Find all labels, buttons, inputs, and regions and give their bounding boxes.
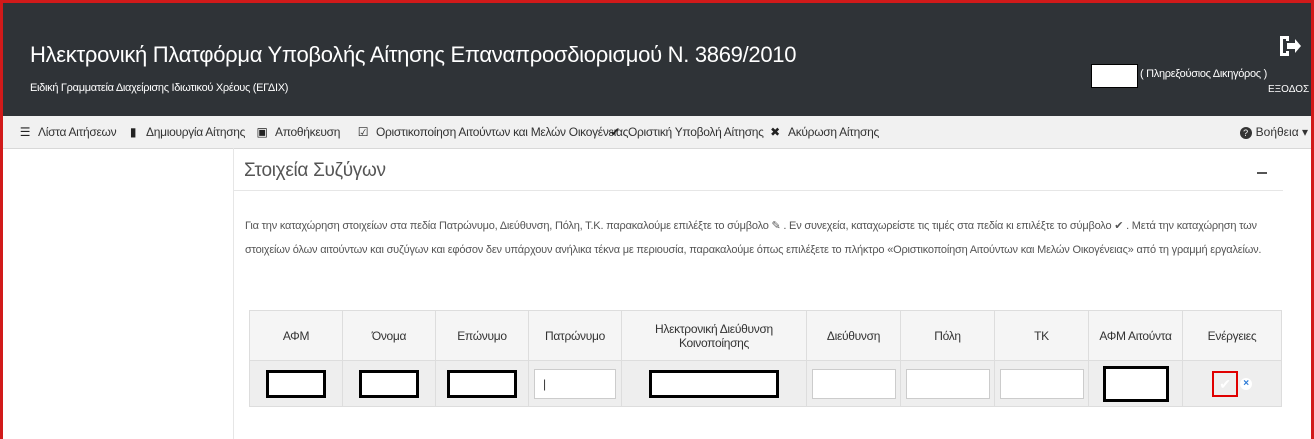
applicant-afm-field-redacted[interactable]	[1102, 365, 1169, 402]
close-icon: ✖	[770, 125, 780, 139]
column-header: Ενέργειες	[1182, 310, 1282, 361]
column-header: Πατρώνυμο	[528, 310, 622, 361]
app-title: Ηλεκτρονική Πλατφόρμα Υποβολής Αίτησης Ε…	[30, 42, 797, 67]
first-name-field-redacted[interactable]	[359, 369, 419, 398]
instructions-text: Για την καταχώρηση στοιχείων στα πεδία Π…	[245, 220, 1262, 256]
help-label: Βοήθεια	[1255, 125, 1299, 139]
toolbar-finalize-members[interactable]: ☑ Οριστικοποίηση Αιτούντων και Μελών Οικο…	[356, 116, 629, 148]
logout-icon	[1280, 36, 1301, 56]
check-icon: ✔	[1219, 375, 1231, 392]
file-icon: ▮	[129, 125, 137, 139]
toolbar-label: Δημιουργία Αίτησης	[146, 125, 246, 139]
patronymic-cell: |	[528, 360, 622, 407]
logout-label: ΕΞΟΔΟΣ	[1268, 84, 1310, 95]
spouses-section: Στοιχεία Συζύγων Για την καταχώρηση στοι…	[233, 148, 1283, 439]
toolbar-label: Οριστική Υποβολή Αίτησης	[628, 125, 764, 139]
toolbar: ☰ Λίστα Αιτήσεων ▮ Δημιουργία Αίτησης ▣ Απο…	[0, 116, 1314, 149]
toolbar-label: Αποθήκευση	[275, 125, 341, 139]
afm-cell	[249, 360, 343, 407]
save-row-button[interactable]: ✔	[1212, 370, 1238, 397]
postal-code-input[interactable]	[999, 368, 1084, 399]
afm-field-redacted[interactable]	[266, 369, 326, 398]
column-header: ΑΦΜ	[249, 310, 343, 361]
user-role: ( Πληρεξούσιος Δικηγόρος )	[1140, 68, 1267, 80]
user-name-redacted	[1091, 64, 1138, 88]
email-cell	[621, 360, 807, 407]
city-cell	[900, 360, 995, 407]
toolbar-label: Λίστα Αιτήσεων	[38, 125, 117, 139]
spouses-table: ΑΦΜ Όνομα Επώνυμο Πατρώνυμο Ηλεκτρονική …	[249, 310, 1282, 407]
address-input[interactable]	[811, 368, 896, 399]
cancel-row-button[interactable]: ×	[1240, 377, 1252, 390]
column-header: Επώνυμο	[435, 310, 529, 361]
toolbar-label: Οριστικοποίηση Αιτούντων και Μελών Οικογ…	[376, 125, 629, 139]
column-header: Όνομα	[342, 310, 436, 361]
section-divider	[233, 190, 1283, 191]
table-row: | ✔ ×	[249, 360, 1282, 407]
section-border	[233, 148, 234, 439]
column-header: Πόλη	[900, 310, 995, 361]
logout-button[interactable]: ΕΞΟΔΟΣ	[1268, 32, 1310, 95]
collapse-button[interactable]	[1257, 172, 1267, 174]
postal-code-cell	[994, 360, 1089, 407]
last-name-cell	[435, 360, 529, 407]
column-header: ΤΚ	[994, 310, 1089, 361]
check-square-icon: ☑	[357, 125, 369, 139]
toolbar-label: Ακύρωση Αίτησης	[788, 125, 879, 139]
city-input[interactable]	[905, 368, 990, 399]
toolbar-create-application[interactable]: ▮ Δημιουργία Αίτησης	[126, 116, 246, 148]
question-circle-icon: ?	[1239, 127, 1252, 139]
table-header-row: ΑΦΜ Όνομα Επώνυμο Πατρώνυμο Ηλεκτρονική …	[249, 310, 1282, 361]
save-icon: ▣	[256, 125, 268, 139]
actions-cell: ✔ ×	[1182, 360, 1282, 407]
section-title: Στοιχεία Συζύγων	[244, 160, 386, 181]
column-header: Ηλεκτρονική Διεύθυνση Κοινοποίησης	[621, 310, 807, 361]
list-icon: ☰	[19, 125, 31, 139]
column-header: ΑΦΜ Αιτούντα	[1088, 310, 1183, 361]
toolbar-list-applications[interactable]: ☰ Λίστα Αιτήσεων	[18, 116, 117, 148]
patronymic-input[interactable]: |	[534, 368, 616, 399]
first-name-cell	[342, 360, 436, 407]
app-subtitle: Ειδική Γραμματεία Διαχείρισης Ιδιωτικού …	[30, 82, 289, 94]
toolbar-cancel-application[interactable]: ✖ Ακύρωση Αίτησης	[768, 116, 879, 148]
email-field-redacted[interactable]	[649, 369, 779, 398]
help-menu[interactable]: ? Βοήθεια ▾	[1239, 116, 1308, 148]
address-cell	[806, 360, 901, 407]
last-name-field-redacted[interactable]	[447, 369, 517, 398]
app-header: Ηλεκτρονική Πλατφόρμα Υποβολής Αίτησης Ε…	[0, 0, 1314, 116]
toolbar-final-submit[interactable]: ✔ Οριστική Υποβολή Αίτησης	[608, 116, 764, 148]
applicant-afm-cell	[1088, 360, 1183, 407]
toolbar-save[interactable]: ▣ Αποθήκευση	[255, 116, 340, 148]
check-icon: ✔	[610, 125, 620, 139]
close-circle-icon: ×	[1243, 377, 1249, 389]
column-header: Διεύθυνση	[806, 310, 901, 361]
caret-down-icon: ▾	[1298, 125, 1308, 139]
